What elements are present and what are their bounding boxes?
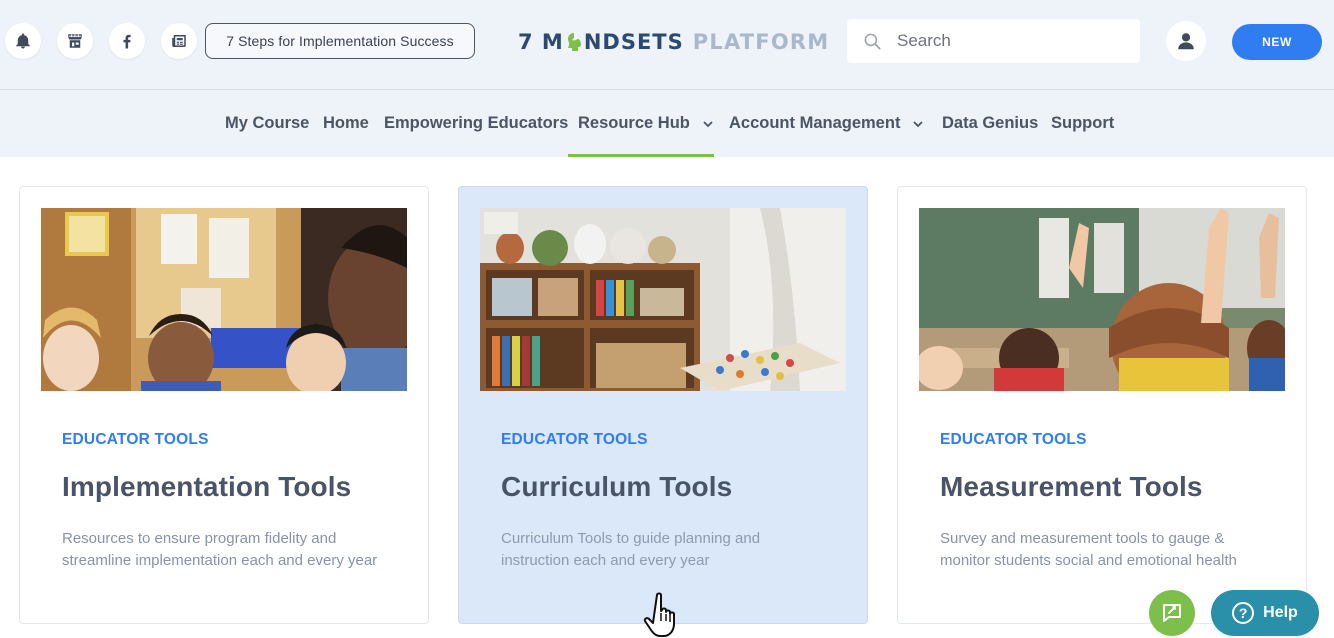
- nav-item-data-genius[interactable]: Data Genius: [942, 90, 1038, 157]
- search-box[interactable]: [847, 19, 1140, 63]
- card-image-students-raising-hands: [919, 208, 1285, 391]
- nav-item-empowering-educators[interactable]: Empowering Educators: [384, 90, 568, 157]
- card-title[interactable]: Implementation Tools: [62, 471, 351, 503]
- card-description: Curriculum Tools to guide planning and i…: [501, 530, 761, 569]
- card-title[interactable]: Curriculum Tools: [501, 471, 732, 503]
- card-description: Resources to ensure program fidelity and…: [62, 530, 378, 569]
- question-icon: ?: [1232, 602, 1255, 624]
- chat-button[interactable]: [1149, 590, 1195, 636]
- newspaper-icon[interactable]: [161, 23, 197, 59]
- bell-icon[interactable]: [5, 23, 41, 59]
- help-button[interactable]: ? Help: [1211, 590, 1319, 636]
- logo[interactable]: 7 M NDSETS PLATFORM: [518, 27, 829, 57]
- chevron-down-icon: [703, 120, 713, 127]
- leaf-head-icon: [565, 31, 583, 53]
- nav-item-label: Account Management: [729, 114, 901, 132]
- card-tag: EDUCATOR TOOLS: [501, 431, 648, 448]
- nav-item-label: Resource Hub: [578, 114, 690, 132]
- user-icon: [1178, 33, 1194, 50]
- card-implementation-tools[interactable]: EDUCATOR TOOLS Implementation Tools Reso…: [19, 186, 429, 624]
- card-image-classroom-teacher: [41, 208, 407, 391]
- nav-item-resource-hub[interactable]: Resource Hub: [578, 90, 714, 157]
- search-input[interactable]: [897, 31, 1127, 51]
- user-avatar-button[interactable]: [1166, 21, 1206, 61]
- card-measurement-tools[interactable]: EDUCATOR TOOLS Measurement Tools Survey …: [897, 186, 1307, 624]
- card-curriculum-tools[interactable]: EDUCATOR TOOLS Curriculum Tools Curricul…: [458, 186, 868, 624]
- logo-text-platform: PLATFORM: [692, 30, 830, 54]
- active-nav-indicator: [568, 154, 714, 157]
- search-icon: [864, 33, 881, 49]
- nav-item-my-course[interactable]: My Course: [225, 90, 309, 157]
- new-button[interactable]: NEW: [1232, 24, 1322, 60]
- hand-pointer-cursor-icon: [643, 592, 675, 637]
- implementation-steps-button[interactable]: 7 Steps for Implementation Success: [205, 23, 475, 59]
- nav-item-account-management[interactable]: Account Management: [729, 90, 924, 157]
- chat-icon: [1163, 604, 1181, 622]
- logo-text-prefix: 7 M: [518, 30, 564, 54]
- card-title[interactable]: Measurement Tools: [940, 471, 1203, 503]
- logo-text-main: NDSETS: [583, 30, 684, 54]
- top-bar: 7 Steps for Implementation Success 7 M N…: [0, 0, 1334, 90]
- help-label: Help: [1263, 604, 1298, 621]
- facebook-icon[interactable]: [109, 23, 145, 59]
- nav-item-support[interactable]: Support: [1051, 90, 1114, 157]
- card-tag: EDUCATOR TOOLS: [62, 431, 209, 448]
- card-tag: EDUCATOR TOOLS: [940, 431, 1087, 448]
- store-icon[interactable]: [57, 23, 93, 59]
- main-nav: My Course Home Empowering Educators Reso…: [0, 90, 1334, 157]
- card-description: Survey and measurement tools to gauge & …: [940, 530, 1237, 569]
- card-image-classroom-shelves: [480, 208, 846, 391]
- chevron-down-icon: [913, 120, 924, 127]
- nav-item-home[interactable]: Home: [323, 90, 369, 157]
